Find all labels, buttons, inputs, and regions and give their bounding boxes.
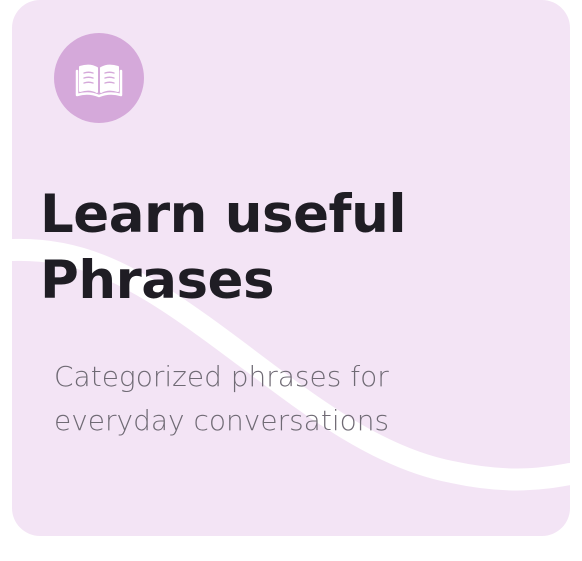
card-subtitle: Categorized phrases for everyday convers… — [54, 360, 390, 437]
book-icon-badge — [54, 33, 144, 123]
phrases-feature-card[interactable]: Learn useful Phrases Categorized phrases… — [12, 0, 570, 536]
card-title: Learn useful Phrases — [40, 184, 406, 311]
open-book-icon — [75, 64, 123, 98]
